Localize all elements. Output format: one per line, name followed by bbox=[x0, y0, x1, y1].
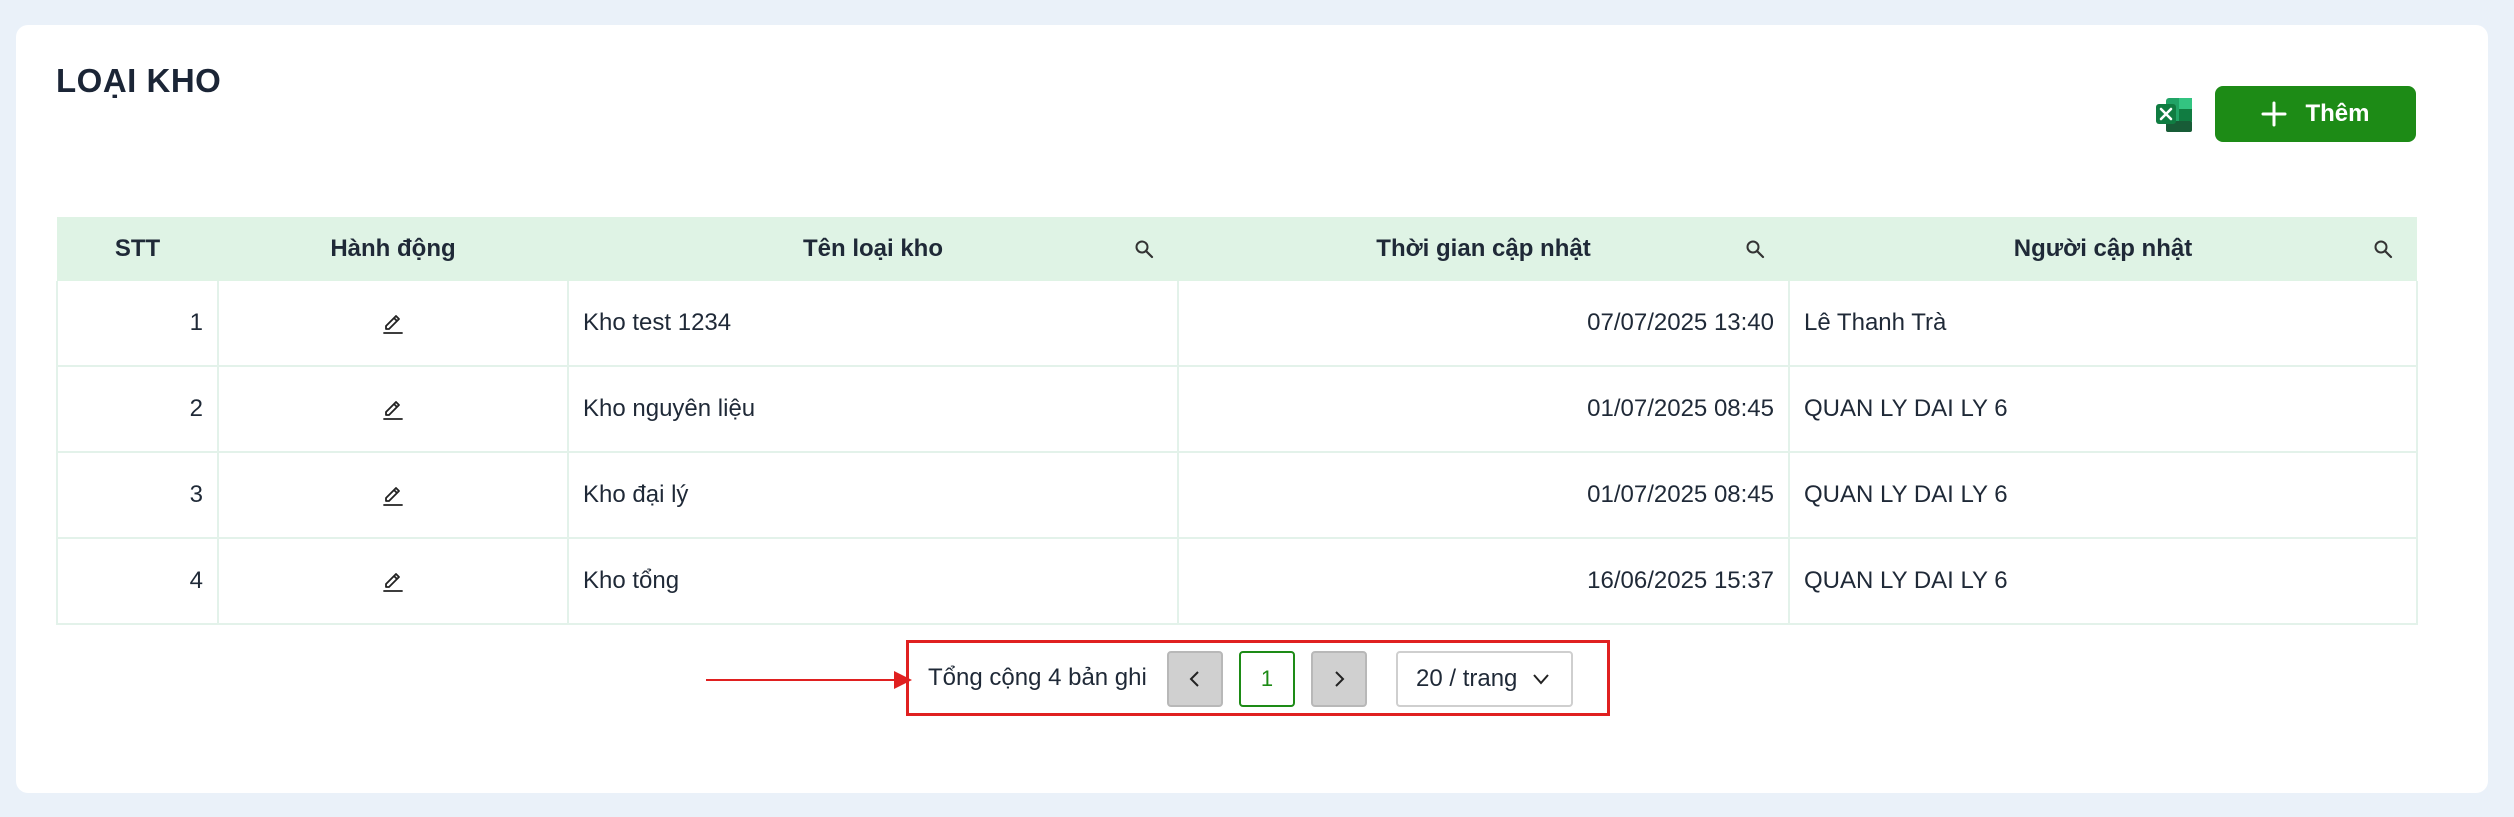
chevron-left-icon bbox=[1189, 671, 1199, 687]
cell-action bbox=[218, 452, 569, 539]
edit-icon[interactable] bbox=[381, 312, 405, 336]
page-size-value: 20 / trang bbox=[1416, 665, 1518, 692]
annotation-arrow bbox=[706, 679, 906, 681]
prev-page-button[interactable] bbox=[1167, 651, 1223, 707]
cell-action bbox=[218, 538, 569, 625]
next-page-button[interactable] bbox=[1311, 651, 1367, 707]
add-button[interactable]: Thêm bbox=[2215, 86, 2416, 142]
page-number-button[interactable]: 1 bbox=[1239, 651, 1295, 707]
table-row: 2 Kho nguyên liệu 01/07/2025 08:45 QUAN … bbox=[56, 366, 2418, 453]
cell-updated-by: QUAN LY DAI LY 6 bbox=[1789, 538, 2418, 625]
table-row: 1 Kho test 1234 07/07/2025 13:40 Lê Than… bbox=[56, 281, 2418, 367]
cell-updated-at: 01/07/2025 08:45 bbox=[1178, 452, 1790, 539]
table-row: 4 Kho tổng 16/06/2025 15:37 QUAN LY DAI … bbox=[56, 538, 2418, 625]
cell-updated-at: 16/06/2025 15:37 bbox=[1178, 538, 1790, 625]
chevron-right-icon bbox=[1335, 671, 1345, 687]
cell-name: Kho tổng bbox=[568, 538, 1179, 625]
cell-stt: 4 bbox=[56, 538, 219, 625]
table-row: 3 Kho đại lý 01/07/2025 08:45 QUAN LY DA… bbox=[56, 452, 2418, 539]
search-icon[interactable] bbox=[2373, 239, 2393, 259]
column-header-name: Tên loại kho bbox=[568, 217, 1178, 281]
cell-name: Kho đại lý bbox=[568, 452, 1179, 539]
edit-icon[interactable] bbox=[381, 484, 405, 508]
excel-icon[interactable] bbox=[2154, 94, 2196, 136]
cell-updated-at: 01/07/2025 08:45 bbox=[1178, 366, 1790, 453]
column-header-stt: STT bbox=[57, 217, 218, 281]
cell-stt: 1 bbox=[56, 281, 219, 367]
search-icon[interactable] bbox=[1134, 239, 1154, 259]
column-header-updated-by: Người cập nhật bbox=[1789, 217, 2417, 281]
search-icon[interactable] bbox=[1745, 239, 1765, 259]
cell-name: Kho nguyên liệu bbox=[568, 366, 1179, 453]
add-button-label: Thêm bbox=[2305, 100, 2370, 127]
pagination-total: Tổng cộng 4 bản ghi bbox=[928, 664, 1147, 691]
cell-action bbox=[218, 366, 569, 453]
edit-icon[interactable] bbox=[381, 570, 405, 594]
cell-updated-by: Lê Thanh Trà bbox=[1789, 281, 2418, 367]
cell-updated-by: QUAN LY DAI LY 6 bbox=[1789, 452, 2418, 539]
cell-action bbox=[218, 281, 569, 367]
page-title: LOẠI KHO bbox=[56, 62, 222, 99]
table-header-row: STT Hành động Tên loại kho Thời gian cập… bbox=[57, 217, 2417, 281]
page-size-select[interactable]: 20 / trang bbox=[1396, 651, 1573, 707]
cell-name: Kho test 1234 bbox=[568, 281, 1179, 367]
edit-icon[interactable] bbox=[381, 398, 405, 422]
cell-updated-at: 07/07/2025 13:40 bbox=[1178, 281, 1790, 367]
cell-updated-by: QUAN LY DAI LY 6 bbox=[1789, 366, 2418, 453]
column-header-updated-at: Thời gian cập nhật bbox=[1178, 217, 1789, 281]
warehouse-type-table: STT Hành động Tên loại kho Thời gian cập… bbox=[56, 217, 2418, 625]
cell-stt: 3 bbox=[56, 452, 219, 539]
column-header-action: Hành động bbox=[218, 217, 568, 281]
plus-icon bbox=[2261, 101, 2287, 127]
chevron-down-icon bbox=[1533, 674, 1550, 685]
cell-stt: 2 bbox=[56, 366, 219, 453]
